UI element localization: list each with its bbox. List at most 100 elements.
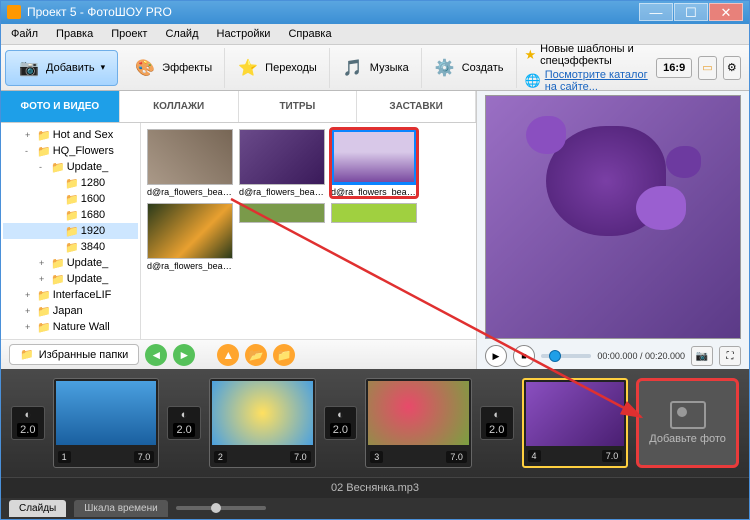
window-title: Проект 5 - ФотоШОУ PRO xyxy=(27,5,639,19)
expand-icon[interactable]: - xyxy=(39,162,49,172)
expand-icon[interactable]: + xyxy=(25,290,35,300)
tree-node[interactable]: +📁InterfaceLIF xyxy=(3,287,138,303)
tree-label: Update_ xyxy=(67,257,109,269)
thumbnail[interactable]: d@ra_flowers_beauty (33... xyxy=(147,129,233,197)
folder-icon: 📁 xyxy=(37,145,51,158)
main-toolbar: 📷 Добавить ▾ 🎨 Эффекты ⭐ Переходы 🎵 Музы… xyxy=(1,45,749,91)
expand-icon[interactable]: + xyxy=(25,322,35,332)
transition-slot[interactable]: ◐2.0 xyxy=(324,406,358,440)
timeline-slide[interactable]: 17.0 xyxy=(53,378,160,468)
tree-node[interactable]: 📁1600 xyxy=(3,191,138,207)
slide-number: 2 xyxy=(214,451,227,463)
add-button[interactable]: 📷 Добавить ▾ xyxy=(5,50,118,86)
tree-node[interactable]: 📁1680 xyxy=(3,207,138,223)
favorites-bar: 📁 Избранные папки ◄ ► ▲ 📂 📁 xyxy=(1,339,476,369)
tree-label: Update_ xyxy=(67,273,109,285)
menu-slide[interactable]: Слайд xyxy=(161,26,202,42)
tree-node[interactable]: +📁Nature Wall xyxy=(3,319,138,335)
app-icon xyxy=(7,5,21,19)
nav-forward-button[interactable]: ► xyxy=(173,344,195,366)
tab-collages[interactable]: КОЛЛАЖИ xyxy=(120,91,239,122)
expand-icon[interactable]: + xyxy=(39,274,49,284)
expand-icon[interactable]: - xyxy=(25,146,35,156)
snapshot-button[interactable]: 📷 xyxy=(691,346,713,366)
nav-back-button[interactable]: ◄ xyxy=(145,344,167,366)
transition-icon: ◐ xyxy=(181,409,188,421)
footer-tab-slides[interactable]: Слайды xyxy=(9,500,66,517)
tree-node[interactable]: +📁Japan xyxy=(3,303,138,319)
seek-bar[interactable] xyxy=(541,354,591,358)
play-button[interactable]: ▶ xyxy=(485,345,507,367)
dropdown-icon: ▾ xyxy=(101,62,106,73)
favorites-button[interactable]: 📁 Избранные папки xyxy=(9,344,139,365)
stop-button[interactable]: ■ xyxy=(513,345,535,367)
thumbnail[interactable] xyxy=(239,203,325,271)
menu-help[interactable]: Справка xyxy=(284,26,335,42)
tree-node[interactable]: 📁3840 xyxy=(3,239,138,255)
folder-icon: 📁 xyxy=(51,161,65,174)
menu-file[interactable]: Файл xyxy=(7,26,42,42)
tree-node[interactable]: -📁HQ_Flowers xyxy=(3,143,138,159)
slide-number: 1 xyxy=(58,451,71,463)
tree-node[interactable]: +📁Hot and Sex xyxy=(3,127,138,143)
thumbnail[interactable]: d@ra_flowers_beauty (46... xyxy=(331,129,417,197)
time-display: 00:00.000 / 00:20.000 xyxy=(597,351,685,361)
tree-node[interactable]: 📁1280 xyxy=(3,175,138,191)
tab-screensavers[interactable]: ЗАСТАВКИ xyxy=(357,91,476,122)
timeline-slide[interactable]: 27.0 xyxy=(209,378,316,468)
thumbnail[interactable]: d@ra_flowers_beauty (47... xyxy=(147,203,233,271)
thumb-caption: d@ra_flowers_beauty (47... xyxy=(147,261,233,271)
add-photo-slot[interactable]: Добавьте фото xyxy=(636,378,739,468)
settings-button[interactable]: ⚙ xyxy=(723,56,741,80)
seek-handle[interactable] xyxy=(549,350,561,362)
tab-photo-video[interactable]: ФОТО И ВИДЕО xyxy=(1,91,120,122)
zoom-handle[interactable] xyxy=(211,503,221,513)
folder-tree[interactable]: +📁Hot and Sex-📁HQ_Flowers-📁Update_📁1280📁… xyxy=(1,123,141,339)
tree-node[interactable]: +📁Update_ xyxy=(3,255,138,271)
aspect-ratio-button[interactable]: 16:9 xyxy=(656,58,692,78)
timeline-slide[interactable]: 37.0 xyxy=(365,378,472,468)
folder-open-button[interactable]: 📂 xyxy=(245,344,267,366)
folder-star-icon: 📁 xyxy=(20,348,34,361)
promo-link[interactable]: Посмотрите каталог на сайте... xyxy=(545,69,650,93)
audio-track-bar[interactable]: 02 Веснянка.mp3 xyxy=(1,477,749,498)
maximize-button[interactable]: ☐ xyxy=(674,3,708,21)
transition-slot[interactable]: ◐2.0 xyxy=(167,406,201,440)
expand-icon[interactable]: + xyxy=(25,306,35,316)
transition-slot[interactable]: ◐2.0 xyxy=(480,406,514,440)
tree-label: HQ_Flowers xyxy=(53,145,114,157)
expand-icon[interactable]: + xyxy=(39,258,49,268)
display-mode-button[interactable]: ▭ xyxy=(698,56,716,80)
fullscreen-button[interactable]: ⛶ xyxy=(719,346,741,366)
folder-add-button[interactable]: 📁 xyxy=(273,344,295,366)
music-button[interactable]: 🎵 Музыка xyxy=(330,48,422,88)
zoom-slider[interactable] xyxy=(176,506,266,510)
tree-node[interactable]: 📁1920 xyxy=(3,223,138,239)
folder-icon: 📁 xyxy=(65,241,79,254)
thumbnail[interactable] xyxy=(331,203,417,271)
thumbnail[interactable]: d@ra_flowers_beauty (45... xyxy=(239,129,325,197)
effects-button[interactable]: 🎨 Эффекты xyxy=(122,48,225,88)
timeline-slide[interactable]: 47.0 xyxy=(522,378,629,468)
expand-icon[interactable]: + xyxy=(25,130,35,140)
close-button[interactable]: ✕ xyxy=(709,3,743,21)
slide-number: 4 xyxy=(528,450,541,462)
transitions-button[interactable]: ⭐ Переходы xyxy=(225,48,330,88)
palette-icon: 🎨 xyxy=(134,57,156,79)
tab-titles[interactable]: ТИТРЫ xyxy=(239,91,358,122)
footer-tab-timeline[interactable]: Шкала времени xyxy=(74,500,167,517)
tree-node[interactable]: -📁Update_ xyxy=(3,159,138,175)
create-button[interactable]: ⚙️ Создать xyxy=(422,48,517,88)
transition-slot[interactable]: ◐2.0 xyxy=(11,406,45,440)
preview-area xyxy=(485,95,741,339)
menu-settings[interactable]: Настройки xyxy=(213,26,275,42)
folder-up-button[interactable]: ▲ xyxy=(217,344,239,366)
audio-track-label: 02 Веснянка.mp3 xyxy=(331,482,419,494)
timeline[interactable]: ◐2.017.0◐2.027.0◐2.037.0◐2.047.0Добавьте… xyxy=(1,369,749,477)
thumb-image xyxy=(239,203,325,223)
menu-project[interactable]: Проект xyxy=(107,26,151,42)
menu-edit[interactable]: Правка xyxy=(52,26,97,42)
minimize-button[interactable]: — xyxy=(639,3,673,21)
folder-icon: 📁 xyxy=(65,193,79,206)
tree-node[interactable]: +📁Update_ xyxy=(3,271,138,287)
